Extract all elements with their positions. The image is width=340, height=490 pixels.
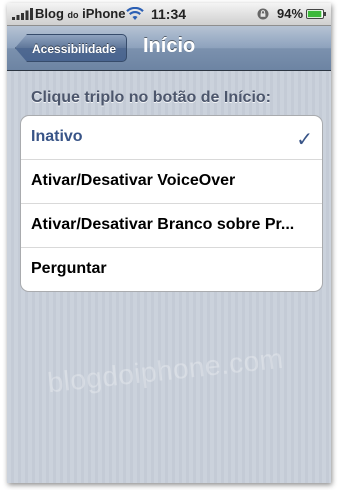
option-inativo[interactable]: Inativo ✓ (21, 116, 322, 160)
status-time: 11:34 (151, 6, 187, 22)
option-label: Inativo (31, 128, 83, 145)
option-label: Ativar/Desativar VoiceOver (31, 172, 236, 189)
back-button[interactable]: Acessibilidade (15, 34, 128, 62)
option-label: Ativar/Desativar Branco sobre Pr... (31, 216, 295, 233)
status-bar: Blog do iPhone 11:34 94% (7, 3, 331, 26)
page-title: Início (143, 35, 196, 57)
option-voiceover[interactable]: Ativar/Desativar VoiceOver (21, 160, 322, 204)
checkmark-icon: ✓ (296, 129, 313, 151)
wifi-icon (126, 7, 144, 20)
rotation-lock-icon (257, 8, 269, 20)
battery-percent: 94% (277, 6, 304, 21)
option-white-on-black[interactable]: Ativar/Desativar Branco sobre Pr... (21, 204, 322, 248)
signal-bars-icon (12, 8, 33, 20)
screen: Blog do iPhone 11:34 94% Acessibilidade … (7, 3, 331, 483)
option-label: Perguntar (31, 260, 107, 277)
carrier-name: Blog do iPhone (35, 6, 126, 21)
watermark: blogdoiphone.com (45, 342, 285, 399)
section-header: Clique triplo no botão de Início: (31, 89, 271, 106)
battery-icon (306, 9, 326, 19)
options-list: Inativo ✓ Ativar/Desativar VoiceOver Ati… (20, 115, 323, 292)
option-perguntar[interactable]: Perguntar (21, 248, 322, 291)
navigation-bar: Acessibilidade Início (7, 26, 331, 71)
